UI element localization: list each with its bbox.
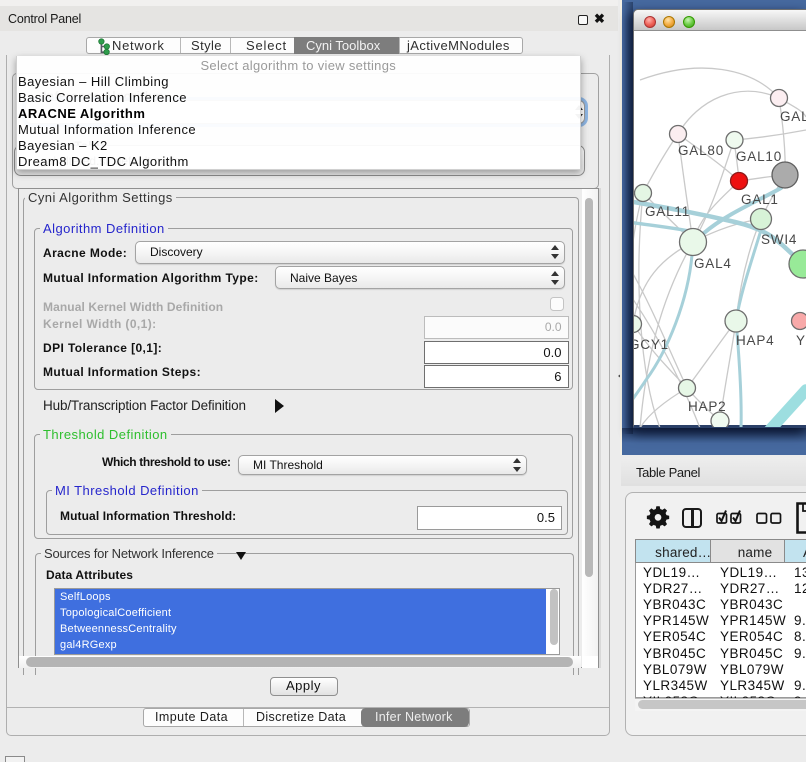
svg-text:GAL11: GAL11 xyxy=(645,204,690,219)
svg-text:GAL7: GAL7 xyxy=(780,109,806,124)
svg-text:GCY1: GCY1 xyxy=(634,337,669,352)
svg-text:HAP2: HAP2 xyxy=(688,399,726,414)
svg-text:GAL10: GAL10 xyxy=(736,149,782,164)
svg-text:SWI4: SWI4 xyxy=(761,232,797,247)
svg-text:HAP4: HAP4 xyxy=(736,333,774,348)
svg-text:Y: Y xyxy=(796,333,806,348)
svg-text:GAL4: GAL4 xyxy=(694,256,732,271)
svg-text:GAL1: GAL1 xyxy=(741,192,779,207)
svg-text:GAL80: GAL80 xyxy=(678,143,724,158)
